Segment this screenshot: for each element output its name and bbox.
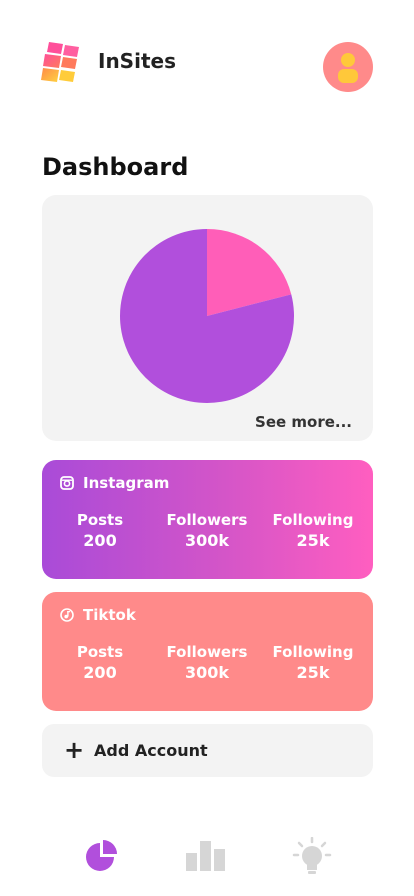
nav-analytics[interactable] [184, 837, 228, 877]
stat-label: Followers [166, 511, 248, 529]
add-account-label: Add Account [94, 741, 208, 760]
app-header: InSites [0, 0, 414, 120]
account-header: Instagram [60, 473, 169, 493]
account-card-tiktok[interactable]: Tiktok Posts 200 Followers 300k Followin… [42, 592, 373, 711]
stat-value: 300k [184, 531, 230, 550]
pie-chart [120, 229, 295, 403]
page-title: Dashboard [42, 153, 189, 181]
nav-insights[interactable] [290, 836, 334, 877]
stat-followers: Followers 300k [157, 642, 257, 684]
lightbulb-icon [292, 836, 332, 874]
user-icon [338, 53, 358, 83]
stat-followers: Followers 300k [157, 510, 257, 552]
bottom-nav [0, 820, 414, 896]
see-more-link[interactable]: See more... [255, 413, 352, 431]
stat-value: 25k [296, 663, 330, 682]
instagram-icon [60, 476, 74, 490]
stat-value: 25k [296, 531, 330, 550]
chart-card: See more... [42, 195, 373, 441]
account-name: Tiktok [83, 606, 136, 624]
stat-posts: Posts 200 [50, 642, 150, 684]
account-header: Tiktok [60, 605, 136, 625]
stat-value: 200 [83, 663, 117, 682]
account-stats: Posts 200 Followers 300k Following 25k [42, 642, 373, 686]
stat-value: 200 [83, 531, 117, 550]
nav-dashboard[interactable] [80, 837, 124, 877]
app-logo-icon [41, 42, 79, 82]
stat-posts: Posts 200 [50, 510, 150, 552]
tiktok-icon [60, 608, 74, 622]
add-account-button[interactable]: + Add Account [42, 724, 373, 777]
stat-label: Posts [76, 511, 124, 529]
bar-chart-icon [186, 841, 225, 871]
stat-following: Following 25k [263, 642, 363, 684]
account-name: Instagram [83, 474, 170, 492]
account-stats: Posts 200 Followers 300k Following 25k [42, 510, 373, 554]
stat-label: Following [272, 643, 354, 661]
stat-label: Followers [166, 643, 248, 661]
avatar-button[interactable] [323, 42, 373, 92]
app-title: InSites [98, 49, 176, 73]
account-card-instagram[interactable]: Instagram Posts 200 Followers 300k Follo… [42, 460, 373, 579]
stat-label: Posts [76, 643, 124, 661]
pie-chart-icon [86, 840, 117, 871]
stat-value: 300k [184, 663, 230, 682]
stat-label: Following [272, 511, 354, 529]
stat-following: Following 25k [263, 510, 363, 552]
plus-icon: + [64, 736, 85, 764]
